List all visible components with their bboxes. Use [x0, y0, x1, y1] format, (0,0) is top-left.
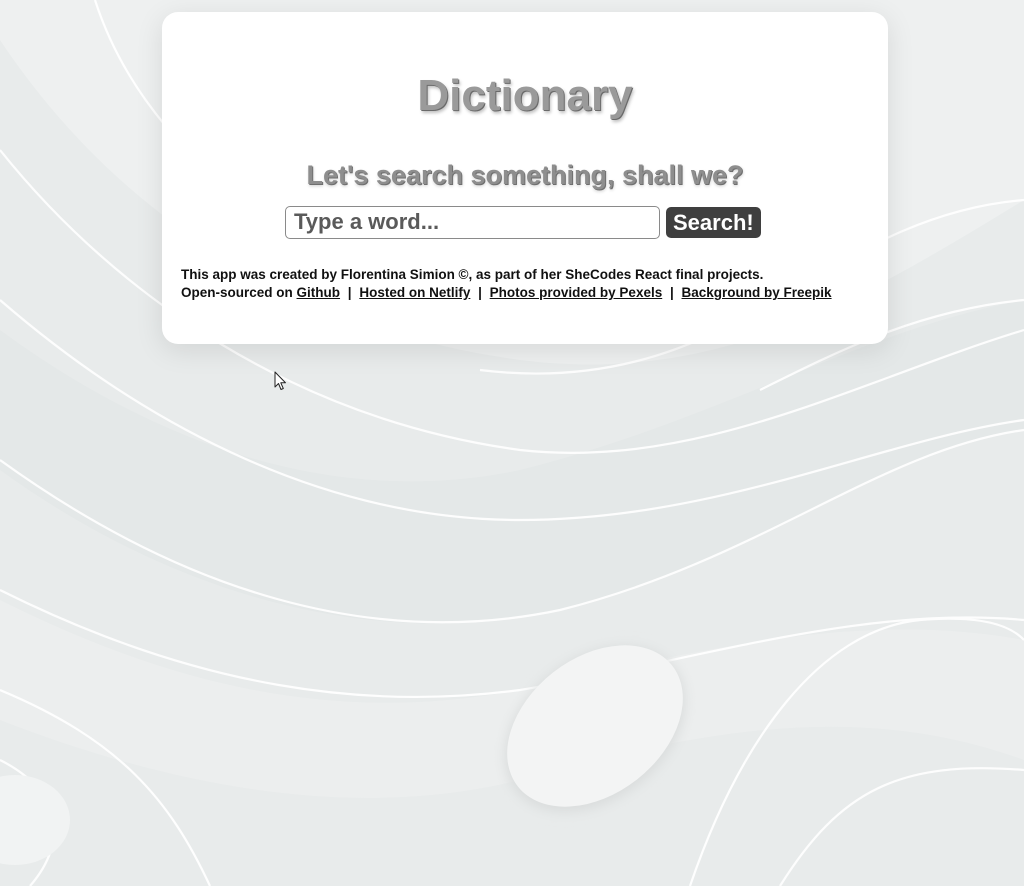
link-separator: |	[347, 285, 352, 300]
pexels-link[interactable]: Photos provided by Pexels	[490, 285, 663, 300]
github-link[interactable]: Github	[297, 285, 341, 300]
mouse-cursor-icon	[274, 371, 286, 390]
link-separator: |	[669, 285, 674, 300]
link-separator: |	[478, 285, 482, 300]
search-button[interactable]: Search!	[666, 206, 761, 238]
search-form: Search!	[285, 205, 761, 239]
footer-links: Open-sourced on Github | Hosted on Netli…	[181, 284, 832, 302]
footer-credit: This app was created by Florentina Simio…	[181, 267, 764, 282]
app-subtitle: Let's search something, shall we?	[306, 160, 744, 190]
open-sourced-label: Open-sourced on	[181, 285, 293, 300]
footer: This app was created by Florentina Simio…	[181, 266, 832, 302]
app-title: Dictionary	[417, 71, 633, 120]
freepik-link[interactable]: Background by Freepik	[682, 285, 832, 300]
search-input[interactable]	[285, 205, 660, 239]
netlify-link[interactable]: Hosted on Netlify	[359, 285, 470, 300]
dictionary-card: Dictionary Let's search something, shall…	[162, 12, 888, 344]
